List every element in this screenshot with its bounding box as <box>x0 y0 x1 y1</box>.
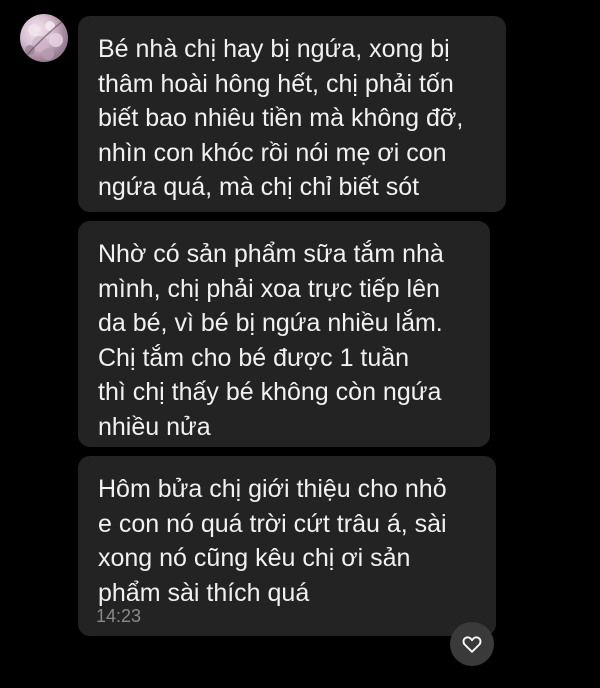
message-line: Hôm bửa chị giới thiệu cho nhỏ <box>98 475 447 503</box>
message-line: xong nó cũng kêu chị ơi sản <box>98 544 411 573</box>
avatar-image <box>23 19 65 60</box>
message-bubble[interactable]: Nhờ có sản phẩm sữa tắm nhà mình, chị ph… <box>78 221 490 447</box>
message-line: mình, chị phải xoa trực tiếp lên <box>98 274 440 303</box>
message-line: biết bao nhiêu tiền mà không đỡ, <box>98 104 464 133</box>
message-line: nhìn con khóc rồi nói mẹ ơi con <box>98 138 447 167</box>
message-timestamp: 14:23 <box>96 606 142 626</box>
message-line: e con nó quá trời cứt trâu á, sài <box>98 509 447 538</box>
message-line: Bé nhà chị hay bị ngứa, xong bị <box>98 35 450 63</box>
avatar[interactable] <box>20 14 68 62</box>
message-line: Nhờ có sản phẩm sữa tắm nhà <box>98 240 444 268</box>
message-line: ngứa quá, mà chị chỉ biết sót <box>98 173 420 202</box>
message-line: da bé, vì bé bị ngứa nhiều lắm. <box>98 309 443 338</box>
message-bubble[interactable]: Bé nhà chị hay bị ngứa, xong bị thâm hoà… <box>78 16 506 212</box>
message-line: phẩm sài thích quá <box>98 578 310 607</box>
message-line: thâm hoài hông hết, chị phải tốn <box>98 69 454 98</box>
heart-icon <box>462 636 482 653</box>
message-line: thì chị thấy bé không còn ngứa <box>98 378 442 407</box>
reaction-button[interactable] <box>450 622 494 666</box>
message-line: nhiều nửa <box>98 412 211 441</box>
message-line: Chị tắm cho bé được 1 tuần <box>98 343 410 372</box>
